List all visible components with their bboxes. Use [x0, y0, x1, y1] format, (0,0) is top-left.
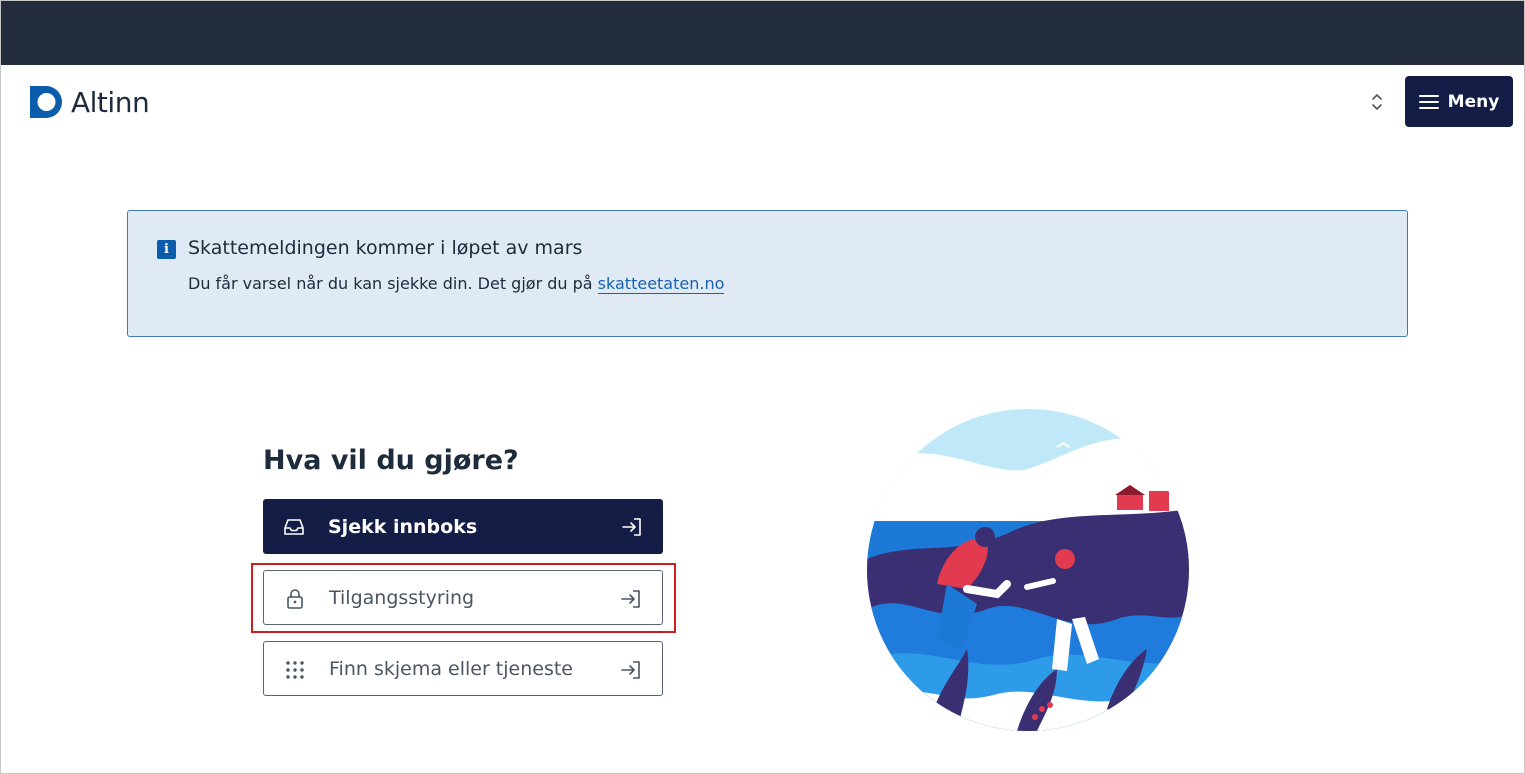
alert-body: Du får varsel når du kan sjekke din. Det…: [188, 274, 593, 293]
find-form-label: Finn skjema eller tjeneste: [329, 657, 573, 680]
enter-arrow-icon: [622, 518, 641, 536]
check-inbox-button[interactable]: Sjekk innboks: [263, 499, 663, 554]
lock-icon: [287, 589, 303, 609]
altinn-logo-icon: [30, 86, 62, 118]
info-alert: i Skattemeldingen kommer i løpet av mars…: [127, 210, 1408, 337]
site-header: Altinn Meny: [1, 65, 1524, 139]
find-form-or-service-button[interactable]: Finn skjema eller tjeneste: [263, 641, 663, 696]
logo-text: Altinn: [71, 85, 150, 119]
browser-top-bar: [1, 1, 1524, 65]
alert-title: Skattemeldingen kommer i løpet av mars: [188, 237, 583, 259]
hamburger-icon: [1418, 94, 1439, 109]
hikers-illustration: [867, 409, 1189, 731]
access-management-label: Tilgangsstyring: [329, 586, 475, 609]
check-inbox-label: Sjekk innboks: [328, 515, 478, 538]
skatteetaten-link[interactable]: skatteetaten.no: [597, 274, 725, 294]
menu-button-label: Meny: [1447, 91, 1500, 112]
page-heading: Hva vil du gjøre?: [263, 445, 519, 476]
altinn-logo[interactable]: Altinn: [30, 85, 150, 119]
sort-toggle-icon[interactable]: [1366, 91, 1388, 113]
alert-text: Du får varsel når du kan sjekke din. Det…: [188, 274, 725, 294]
grid-dots-icon: [286, 661, 304, 679]
enter-arrow-icon: [621, 590, 640, 608]
menu-button[interactable]: Meny: [1405, 76, 1513, 127]
inbox-icon: [284, 519, 304, 535]
info-icon: i: [157, 240, 176, 259]
enter-arrow-icon: [621, 661, 640, 679]
access-management-button[interactable]: Tilgangsstyring: [263, 570, 663, 625]
